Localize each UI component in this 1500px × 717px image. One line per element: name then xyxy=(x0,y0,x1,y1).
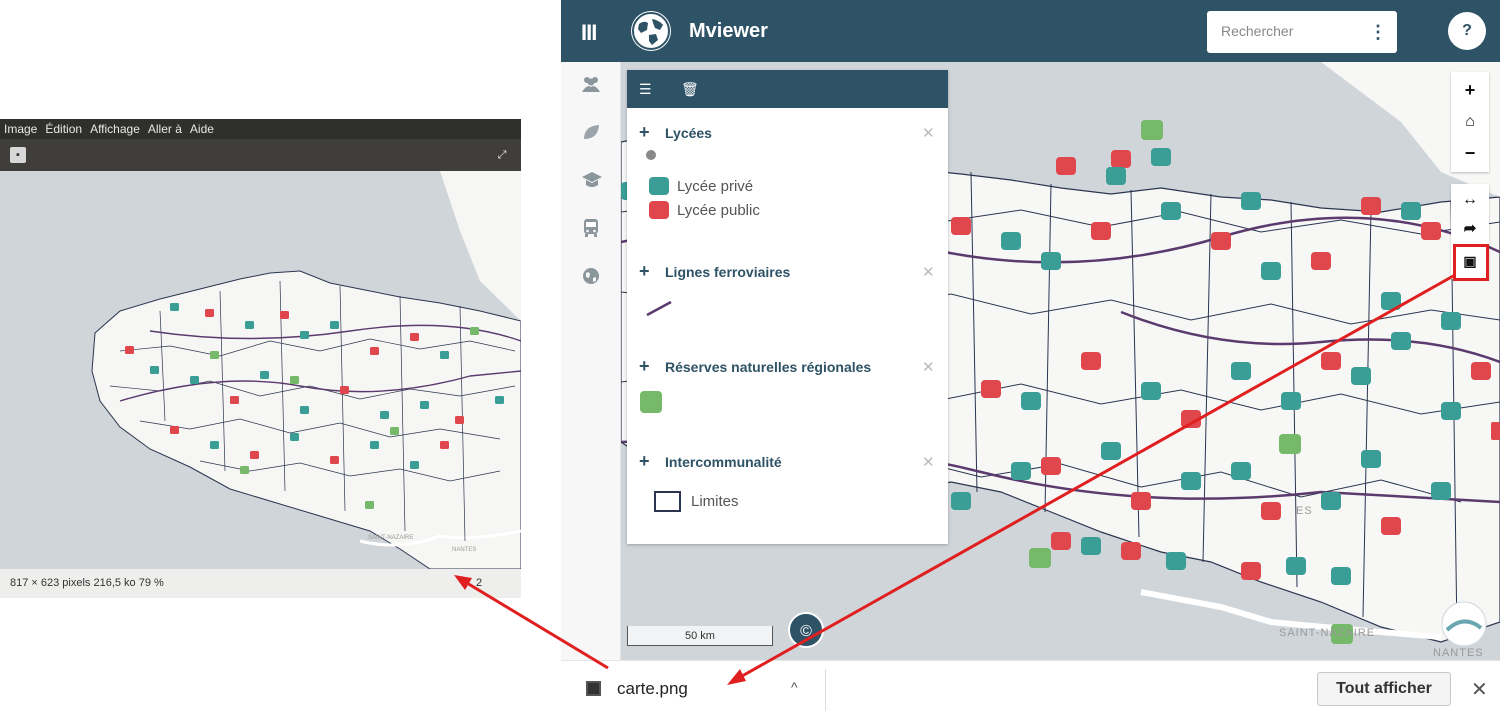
close-icon[interactable]: ✕ xyxy=(1471,677,1488,702)
menu-affichage[interactable]: Affichage xyxy=(86,122,144,136)
menu-aller-a[interactable]: Aller à xyxy=(144,122,186,136)
map-label-partial: ES xyxy=(1296,505,1313,517)
bus-icon[interactable] xyxy=(581,218,601,238)
map-label-nantes: NANTES xyxy=(1433,647,1484,659)
divider xyxy=(825,669,826,711)
globe-logo-icon xyxy=(631,11,671,51)
download-bar: carte.png ^ Tout afficher ✕ xyxy=(561,660,1500,717)
viewer-menubar: Image Édition Affichage Aller à Aide xyxy=(0,119,521,139)
gallery-icon[interactable]: ▪ xyxy=(10,147,26,163)
legend-header: ☰ 🗑 xyxy=(627,70,948,108)
measure-button[interactable]: ↔ xyxy=(1451,185,1489,215)
expand-icon[interactable]: + xyxy=(639,357,650,375)
layer-name[interactable]: Réserves naturelles régionales xyxy=(665,359,871,375)
app-title: Mviewer xyxy=(689,20,768,42)
lycee-public-icon xyxy=(649,201,669,219)
page-indicator: 2 xyxy=(476,577,483,589)
map-label-saint-nazaire: SAINT-NAZAIRE xyxy=(1279,627,1375,639)
search-options-icon[interactable]: ⋮ xyxy=(1369,22,1387,43)
fullscreen-icon[interactable]: ⤢ xyxy=(494,147,510,163)
mviewer-app: SAINT-NAZAIRE NANTES ES III Mviewer Rech… xyxy=(561,0,1500,660)
mini-label-nantes: NANTES xyxy=(452,547,476,553)
expand-icon[interactable]: + xyxy=(639,123,650,141)
layer-name[interactable]: Intercommunalité xyxy=(665,454,782,470)
theme-sidebar xyxy=(561,62,621,660)
hamburger-menu-icon[interactable]: III xyxy=(581,20,597,46)
legend-item-label: Lycée privé xyxy=(677,177,754,195)
image-viewer-window: Image Édition Affichage Aller à Aide ▪ ⤢ xyxy=(0,119,521,598)
lycee-prive-icon xyxy=(649,177,669,195)
viewer-toolbar: ▪ ⤢ xyxy=(0,139,521,171)
home-button[interactable]: ⌂ xyxy=(1451,107,1489,137)
remove-layer-icon[interactable]: ✕ xyxy=(922,263,935,281)
show-all-button[interactable]: Tout afficher xyxy=(1317,672,1451,706)
viewer-statusbar: 817 × 623 pixels 216,5 ko 79 % 2 xyxy=(0,569,521,598)
mini-label-saint-nazaire: SAINT-NAZAIRE xyxy=(368,535,413,541)
remove-layer-icon[interactable]: ✕ xyxy=(922,124,935,142)
image-info-text: 817 × 623 pixels 216,5 ko 79 % xyxy=(10,577,164,589)
railway-line-symbol xyxy=(646,300,672,317)
layer-name[interactable]: Lycées xyxy=(665,125,712,141)
trash-icon[interactable]: 🗑 xyxy=(681,81,699,98)
scale-bar: 50 km xyxy=(627,626,773,646)
list-icon[interactable]: ☰ xyxy=(639,81,652,98)
expand-icon[interactable]: + xyxy=(639,452,650,470)
menu-edition[interactable]: Édition xyxy=(41,122,86,136)
legend-panel: ☰ 🗑 + Lycées ✕ Lycée privé Lycée public … xyxy=(627,70,948,544)
legend-item-limites: Limites xyxy=(654,491,739,512)
image-file-icon xyxy=(586,681,601,696)
attribution-button[interactable]: © xyxy=(788,612,824,648)
expand-icon[interactable]: + xyxy=(639,262,650,280)
viewer-image-canvas: SAINT-NAZAIRE NANTES xyxy=(0,171,521,569)
search-input[interactable] xyxy=(1221,23,1371,39)
share-button[interactable]: ➦ xyxy=(1451,214,1489,244)
chevron-up-icon[interactable]: ^ xyxy=(791,679,798,695)
search-box: ⋮ xyxy=(1207,11,1397,53)
overview-map-toggle xyxy=(1441,601,1487,647)
reserve-symbol-icon xyxy=(640,391,662,413)
menu-image[interactable]: Image xyxy=(0,122,41,136)
download-filename[interactable]: carte.png xyxy=(617,679,688,699)
layer-name[interactable]: Lignes ferroviaires xyxy=(665,264,790,280)
remove-layer-icon[interactable]: ✕ xyxy=(922,453,935,471)
legend-item-lycee-public: Lycée public xyxy=(649,201,760,219)
globe-icon[interactable] xyxy=(581,266,601,286)
graduation-cap-icon[interactable] xyxy=(581,170,602,190)
help-button[interactable]: ? xyxy=(1448,12,1486,50)
legend-item-lycee-prive: Lycée privé xyxy=(649,177,753,195)
legend-item-label: Lycée public xyxy=(677,201,760,219)
app-header: III Mviewer ⋮ ? xyxy=(561,0,1500,62)
export-button-highlight xyxy=(1453,244,1489,281)
zoom-out-button[interactable]: − xyxy=(1451,138,1489,168)
users-icon[interactable] xyxy=(581,74,601,94)
layer-info-icon[interactable] xyxy=(646,150,656,160)
leaf-icon[interactable] xyxy=(581,122,601,142)
zoom-controls: + ⌂ − xyxy=(1451,72,1489,172)
zoom-in-button[interactable]: + xyxy=(1451,75,1489,105)
limites-symbol xyxy=(654,491,681,512)
menu-aide[interactable]: Aide xyxy=(186,122,218,136)
screenshot-root: Image Édition Affichage Aller à Aide ▪ ⤢ xyxy=(0,0,1500,717)
mini-map-image: SAINT-NAZAIRE NANTES xyxy=(0,171,521,569)
legend-item-label: Limites xyxy=(691,493,739,510)
remove-layer-icon[interactable]: ✕ xyxy=(922,358,935,376)
